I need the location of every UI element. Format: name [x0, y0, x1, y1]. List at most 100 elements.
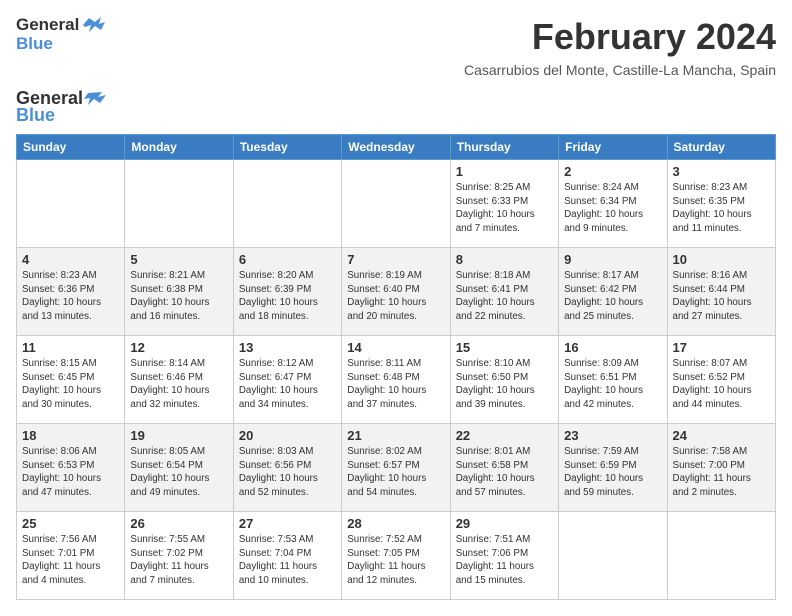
day-number: 2	[564, 164, 661, 179]
calendar-cell: 15 Sunrise: 8:10 AMSunset: 6:50 PMDayligh…	[450, 336, 558, 424]
calendar-cell: 17Sunrise: 8:07 AMSunset: 6:52 PMDayligh…	[667, 336, 775, 424]
weekday-header-row: SundayMondayTuesdayWednesdayThursdayFrid…	[17, 135, 776, 160]
calendar-cell: 2 Sunrise: 8:24 AMSunset: 6:34 PMDaylight…	[559, 160, 667, 248]
logo-blue-text: Blue	[16, 35, 105, 54]
calendar-cell: 20Sunrise: 8:03 AMSunset: 6:56 PMDayligh…	[233, 424, 341, 512]
day-number: 3	[673, 164, 770, 179]
day-number: 11	[22, 340, 119, 355]
calendar-cell: 19 Sunrise: 8:05 AMSunset: 6:54 PMDayligh…	[125, 424, 233, 512]
day-number: 14	[347, 340, 444, 355]
day-info: Sunrise: 8:02 AMSunset: 6:57 PMDaylight:…	[347, 445, 444, 500]
day-number: 1	[456, 164, 553, 179]
day-info: Sunrise: 8:17 AMSunset: 6:42 PMDaylight:…	[564, 269, 661, 324]
logo-general-text: General	[16, 16, 79, 35]
week-row-5: 25 Sunrise: 7:56 AMSunset: 7:01 PMDayligh…	[17, 512, 776, 600]
day-number: 10	[673, 252, 770, 267]
calendar-cell: 4 Sunrise: 8:23 AMSunset: 6:36 PMDaylight…	[17, 248, 125, 336]
logo: General Blue	[16, 16, 105, 53]
calendar-cell: 1 Sunrise: 8:25 AMSunset: 6:33 PMDaylight…	[450, 160, 558, 248]
day-info: Sunrise: 8:11 AMSunset: 6:48 PMDaylight:…	[347, 357, 444, 412]
weekday-header-thursday: Thursday	[450, 135, 558, 160]
calendar-cell: 13 Sunrise: 8:12 AMSunset: 6:47 PMDayligh…	[233, 336, 341, 424]
day-info: Sunrise: 7:52 AMSunset: 7:05 PMDaylight:…	[347, 533, 444, 588]
calendar-cell	[342, 160, 450, 248]
day-info: Sunrise: 8:18 AMSunset: 6:41 PMDaylight:…	[456, 269, 553, 324]
calendar-cell: 12 Sunrise: 8:14 AMSunset: 6:46 PMDayligh…	[125, 336, 233, 424]
week-row-4: 18 Sunrise: 8:06 AMSunset: 6:53 PMDayligh…	[17, 424, 776, 512]
weekday-header-monday: Monday	[125, 135, 233, 160]
day-info: Sunrise: 8:05 AMSunset: 6:54 PMDaylight:…	[130, 445, 227, 500]
day-number: 21	[347, 428, 444, 443]
day-info: Sunrise: 7:59 AMSunset: 6:59 PMDaylight:…	[564, 445, 661, 500]
day-info: Sunrise: 8:19 AMSunset: 6:40 PMDaylight:…	[347, 269, 444, 324]
day-number: 17	[673, 340, 770, 355]
day-number: 4	[22, 252, 119, 267]
day-number: 22	[456, 428, 553, 443]
day-info: Sunrise: 7:55 AMSunset: 7:02 PMDaylight:…	[130, 533, 227, 588]
logo-blue: Blue	[16, 105, 106, 126]
calendar-cell: 22 Sunrise: 8:01 AMSunset: 6:58 PMDayligh…	[450, 424, 558, 512]
day-number: 26	[130, 516, 227, 531]
day-info: Sunrise: 8:14 AMSunset: 6:46 PMDaylight:…	[130, 357, 227, 412]
calendar-cell: 21 Sunrise: 8:02 AMSunset: 6:57 PMDayligh…	[342, 424, 450, 512]
calendar-cell	[559, 512, 667, 600]
calendar-table: SundayMondayTuesdayWednesdayThursdayFrid…	[16, 134, 776, 600]
calendar-cell: 23 Sunrise: 7:59 AMSunset: 6:59 PMDayligh…	[559, 424, 667, 512]
day-info: Sunrise: 8:16 AMSunset: 6:44 PMDaylight:…	[673, 269, 770, 324]
day-number: 5	[130, 252, 227, 267]
day-info: Sunrise: 8:23 AMSunset: 6:36 PMDaylight:…	[22, 269, 119, 324]
day-number: 16	[564, 340, 661, 355]
day-info: Sunrise: 8:15 AMSunset: 6:45 PMDaylight:…	[22, 357, 119, 412]
calendar-subtitle: Casarrubios del Monte, Castille-La Manch…	[16, 62, 776, 78]
day-info: Sunrise: 8:10 AMSunset: 6:50 PMDaylight:…	[456, 357, 553, 412]
calendar-cell: 9Sunrise: 8:17 AMSunset: 6:42 PMDaylight…	[559, 248, 667, 336]
week-row-2: 4 Sunrise: 8:23 AMSunset: 6:36 PMDaylight…	[17, 248, 776, 336]
day-number: 23	[564, 428, 661, 443]
day-info: Sunrise: 8:01 AMSunset: 6:58 PMDaylight:…	[456, 445, 553, 500]
calendar-cell: 29 Sunrise: 7:51 AMSunset: 7:06 PMDayligh…	[450, 512, 558, 600]
day-number: 15	[456, 340, 553, 355]
day-info: Sunrise: 8:23 AMSunset: 6:35 PMDaylight:…	[673, 181, 770, 236]
calendar-cell: 14 Sunrise: 8:11 AMSunset: 6:48 PMDayligh…	[342, 336, 450, 424]
day-number: 25	[22, 516, 119, 531]
calendar-cell: 27Sunrise: 7:53 AMSunset: 7:04 PMDayligh…	[233, 512, 341, 600]
week-row-3: 11 Sunrise: 8:15 AMSunset: 6:45 PMDayligh…	[17, 336, 776, 424]
calendar-cell: 8Sunrise: 8:18 AMSunset: 6:41 PMDaylight…	[450, 248, 558, 336]
day-number: 12	[130, 340, 227, 355]
day-info: Sunrise: 8:06 AMSunset: 6:53 PMDaylight:…	[22, 445, 119, 500]
calendar-cell	[667, 512, 775, 600]
day-number: 29	[456, 516, 553, 531]
day-number: 7	[347, 252, 444, 267]
calendar-cell: 26 Sunrise: 7:55 AMSunset: 7:02 PMDayligh…	[125, 512, 233, 600]
day-number: 19	[130, 428, 227, 443]
day-info: Sunrise: 7:51 AMSunset: 7:06 PMDaylight:…	[456, 533, 553, 588]
month-title: February 2024	[532, 16, 776, 58]
day-info: Sunrise: 8:20 AMSunset: 6:39 PMDaylight:…	[239, 269, 336, 324]
calendar-cell: 16 Sunrise: 8:09 AMSunset: 6:51 PMDayligh…	[559, 336, 667, 424]
day-number: 18	[22, 428, 119, 443]
calendar-cell: 28Sunrise: 7:52 AMSunset: 7:05 PMDayligh…	[342, 512, 450, 600]
calendar-cell	[125, 160, 233, 248]
calendar-cell: 25 Sunrise: 7:56 AMSunset: 7:01 PMDayligh…	[17, 512, 125, 600]
calendar-cell: 18 Sunrise: 8:06 AMSunset: 6:53 PMDayligh…	[17, 424, 125, 512]
weekday-header-wednesday: Wednesday	[342, 135, 450, 160]
day-info: Sunrise: 7:53 AMSunset: 7:04 PMDaylight:…	[239, 533, 336, 588]
day-info: Sunrise: 8:12 AMSunset: 6:47 PMDaylight:…	[239, 357, 336, 412]
calendar-cell	[233, 160, 341, 248]
week-row-1: 1 Sunrise: 8:25 AMSunset: 6:33 PMDaylight…	[17, 160, 776, 248]
day-number: 13	[239, 340, 336, 355]
calendar-cell	[17, 160, 125, 248]
weekday-header-sunday: Sunday	[17, 135, 125, 160]
day-info: Sunrise: 8:21 AMSunset: 6:38 PMDaylight:…	[130, 269, 227, 324]
day-number: 20	[239, 428, 336, 443]
day-info: Sunrise: 8:25 AMSunset: 6:33 PMDaylight:…	[456, 181, 553, 236]
calendar-cell: 11 Sunrise: 8:15 AMSunset: 6:45 PMDayligh…	[17, 336, 125, 424]
calendar-cell: 7 Sunrise: 8:19 AMSunset: 6:40 PMDaylight…	[342, 248, 450, 336]
day-info: Sunrise: 8:09 AMSunset: 6:51 PMDaylight:…	[564, 357, 661, 412]
day-info: Sunrise: 7:56 AMSunset: 7:01 PMDaylight:…	[22, 533, 119, 588]
logo-bird-icon	[81, 16, 105, 34]
weekday-header-saturday: Saturday	[667, 135, 775, 160]
calendar-cell: 24Sunrise: 7:58 AMSunset: 7:00 PMDayligh…	[667, 424, 775, 512]
day-info: Sunrise: 8:24 AMSunset: 6:34 PMDaylight:…	[564, 181, 661, 236]
calendar-cell: 10 Sunrise: 8:16 AMSunset: 6:44 PMDayligh…	[667, 248, 775, 336]
